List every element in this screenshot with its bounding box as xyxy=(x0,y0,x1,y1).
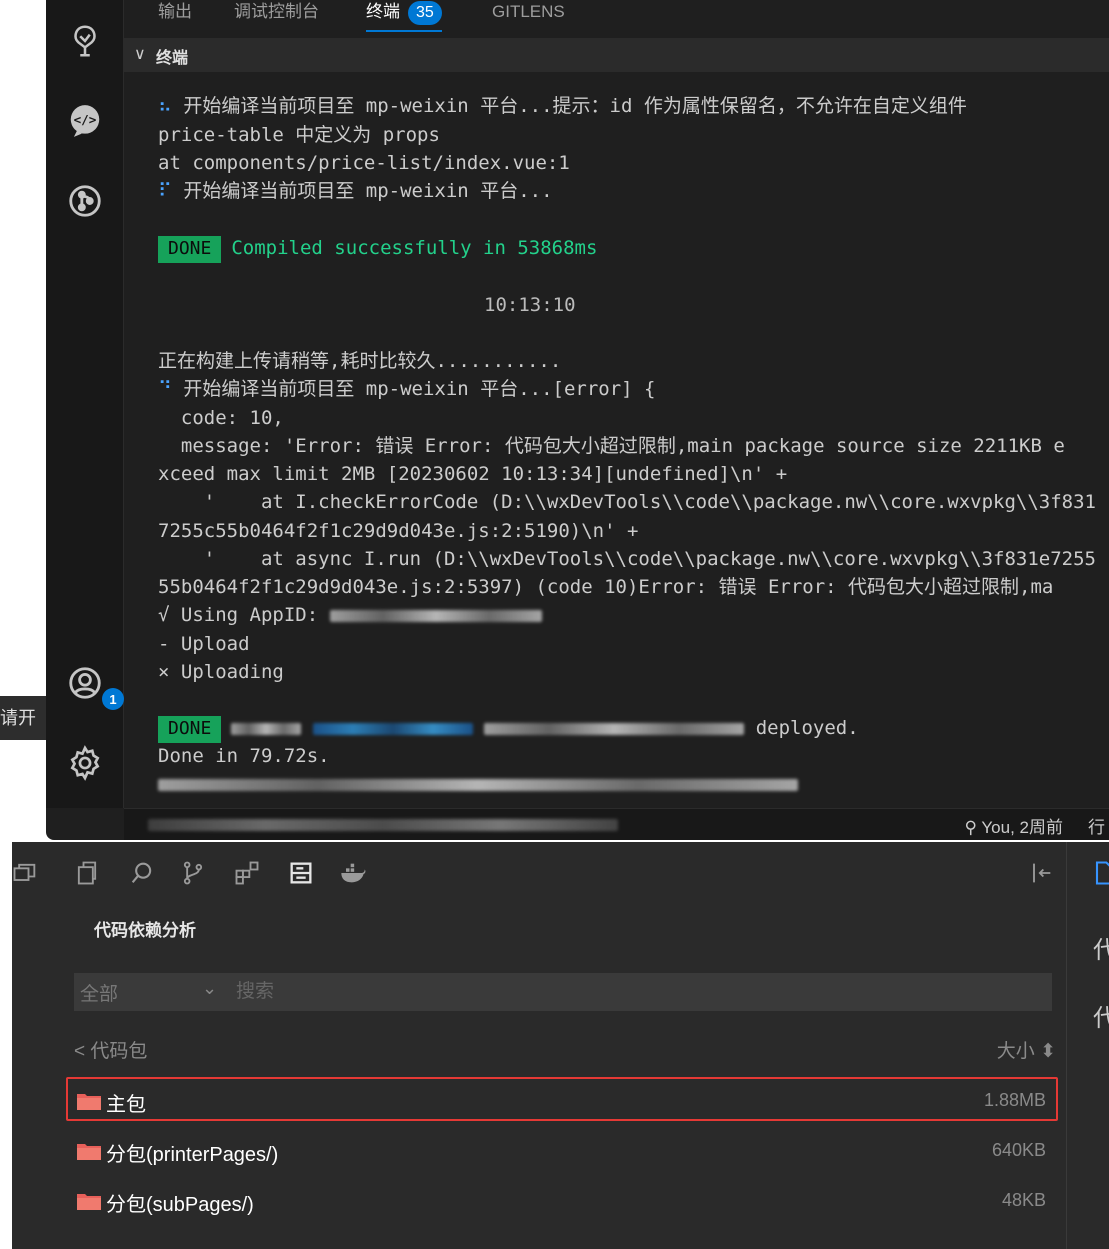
docker-icon[interactable] xyxy=(338,858,368,888)
git-blame-status[interactable]: ⚲ You, 2周前 xyxy=(965,813,1063,838)
terminal-line: √ Using AppID: xyxy=(158,601,542,629)
svg-text:</>: </> xyxy=(74,112,97,127)
collapse-panel-icon[interactable] xyxy=(1026,858,1056,888)
terminal-line: xceed max limit 2MB [20230602 10:13:34][… xyxy=(158,463,788,485)
terminal-line: 55b0464f2f1c29d9d043e.js:2:5397) (code 1… xyxy=(158,576,1054,598)
account-badge: 1 xyxy=(102,688,124,710)
terminal-line-done: DONE deployed. xyxy=(158,714,859,743)
folder-icon xyxy=(77,1194,101,1210)
source-tree-icon[interactable] xyxy=(62,18,108,64)
devtools-panel: 代码依赖分析 全部 ⌄ < 代码包 大小 ⬍ 主包 1.88MB 分包(prin… xyxy=(12,842,1109,1249)
detail-fragment: 代 xyxy=(1093,998,1109,1033)
terminal-line: - Upload xyxy=(158,633,250,655)
package-row-printer[interactable]: 分包(printerPages/) 640KB xyxy=(74,1130,1056,1172)
terminal-line-done: DONE Compiled successfully in 53868ms xyxy=(158,234,597,263)
git-graph-icon[interactable] xyxy=(62,178,108,224)
terminal-line: × Uploading xyxy=(158,661,284,683)
package-row-sub[interactable]: 分包(subPages/) 48KB xyxy=(74,1180,1056,1222)
package-size: 48KB xyxy=(1001,1190,1046,1210)
vscode-window: </> 1 输出 调试控制台 终端 35 GITLENS ∨ 终端 ⠦ 开始编译当… xyxy=(46,0,1109,840)
terminal-line: ' at I.checkErrorCode (D:\\wxDevTools\\c… xyxy=(158,491,1096,513)
status-bar: ⚲ You, 2周前 行 xyxy=(124,808,1109,840)
commit-icon: ⚲ xyxy=(964,818,977,837)
terminal-output[interactable]: ⠦ 开始编译当前项目至 mp-weixin 平台...提示：id 作为属性保留名… xyxy=(158,92,1109,808)
background-window-fragment: 请开 xyxy=(0,696,46,740)
terminal-line: 7255c55b0464f2f1c29d9d043e.js:2:5190)\n'… xyxy=(158,520,639,542)
terminal-line: message: 'Error: 错误 Error: 代码包大小超过限制,mai… xyxy=(158,435,1065,457)
done-badge: DONE xyxy=(158,716,222,743)
detail-fragment: 代 xyxy=(1093,930,1109,965)
devtools-toolbar xyxy=(12,842,1109,906)
tab-debug-console[interactable]: 调试控制台 xyxy=(234,0,319,32)
terminal-line: price-table 中定义为 props xyxy=(158,124,440,146)
terminal-line: ⠏ 开始编译当前项目至 mp-weixin 平台... xyxy=(158,180,553,202)
size-sort-header[interactable]: 大小 ⬍ xyxy=(997,1036,1056,1063)
chat-code-icon[interactable]: </> xyxy=(62,98,108,144)
terminal-section-title: 终端 xyxy=(156,50,189,67)
chevron-down-icon[interactable]: ∨ xyxy=(134,44,146,63)
terminal-line: code: 10, xyxy=(158,407,284,429)
activity-bar: </> 1 xyxy=(46,0,124,808)
search-icon[interactable] xyxy=(127,858,157,888)
terminal-line: ⠙ 开始编译当前项目至 mp-weixin 平台...[error] { xyxy=(158,378,656,400)
terminal-line: 正在构建上传请稍等,耗时比较久........... xyxy=(158,350,562,372)
tab-terminal[interactable]: 终端 35 xyxy=(366,0,442,32)
folder-icon xyxy=(77,1144,101,1160)
redacted-status xyxy=(148,819,618,831)
extensions-icon[interactable] xyxy=(232,858,262,888)
chevron-down-icon[interactable]: ⌄ xyxy=(202,978,217,999)
tab-gitlens[interactable]: GITLENS xyxy=(492,0,565,32)
source-control-icon[interactable] xyxy=(178,858,208,888)
tab-output[interactable]: 输出 xyxy=(158,0,192,32)
terminal-timestamp: 10:13:10 xyxy=(484,294,576,316)
terminal-line: ⠦ 开始编译当前项目至 mp-weixin 平台...提示：id 作为属性保留名… xyxy=(158,95,967,117)
package-table-header: < 代码包 大小 ⬍ xyxy=(74,1034,1056,1064)
package-filter-bar: 全部 ⌄ xyxy=(74,973,1052,1011)
package-name: 分包(printerPages/) xyxy=(106,1144,279,1166)
terminal-line: ' at async I.run (D:\\wxDevTools\\code\\… xyxy=(158,548,1096,570)
redacted-text xyxy=(231,722,302,735)
terminal-section-header[interactable]: ∨ 终端 xyxy=(124,38,1109,72)
scope-select[interactable]: 全部 xyxy=(80,979,118,1006)
package-search-input[interactable] xyxy=(236,977,536,1007)
package-name: 分包(subPages/) xyxy=(106,1194,254,1216)
tab-terminal-label: 终端 xyxy=(366,2,400,21)
main-package-highlight xyxy=(66,1077,1058,1121)
dependency-analysis-title: 代码依赖分析 xyxy=(94,921,196,940)
redacted-text xyxy=(484,722,745,735)
terminal-line: at components/price-list/index.vue:1 xyxy=(158,152,570,174)
terminal-line: Done in 79.72s. xyxy=(158,745,330,767)
redacted-path xyxy=(312,722,473,735)
account-icon[interactable]: 1 xyxy=(62,660,124,710)
settings-gear-icon[interactable] xyxy=(62,740,108,786)
done-badge: DONE xyxy=(158,236,222,263)
back-to-packages-link[interactable]: < 代码包 xyxy=(74,1036,147,1063)
terminal-line-redacted xyxy=(158,770,798,798)
redacted-appid xyxy=(329,609,542,622)
line-status[interactable]: 行 xyxy=(1088,813,1105,838)
file-icon[interactable] xyxy=(1089,858,1109,888)
terminal-count-badge: 35 xyxy=(408,1,442,25)
code-analysis-icon[interactable] xyxy=(286,858,316,888)
panel-tab-bar: 输出 调试控制台 终端 35 GITLENS xyxy=(124,0,1109,36)
window-icon[interactable] xyxy=(10,858,40,888)
redacted-text xyxy=(158,778,798,791)
right-detail-panel: 代 代 xyxy=(1066,842,1109,1249)
files-icon[interactable] xyxy=(72,858,102,888)
package-size: 640KB xyxy=(991,1140,1046,1160)
